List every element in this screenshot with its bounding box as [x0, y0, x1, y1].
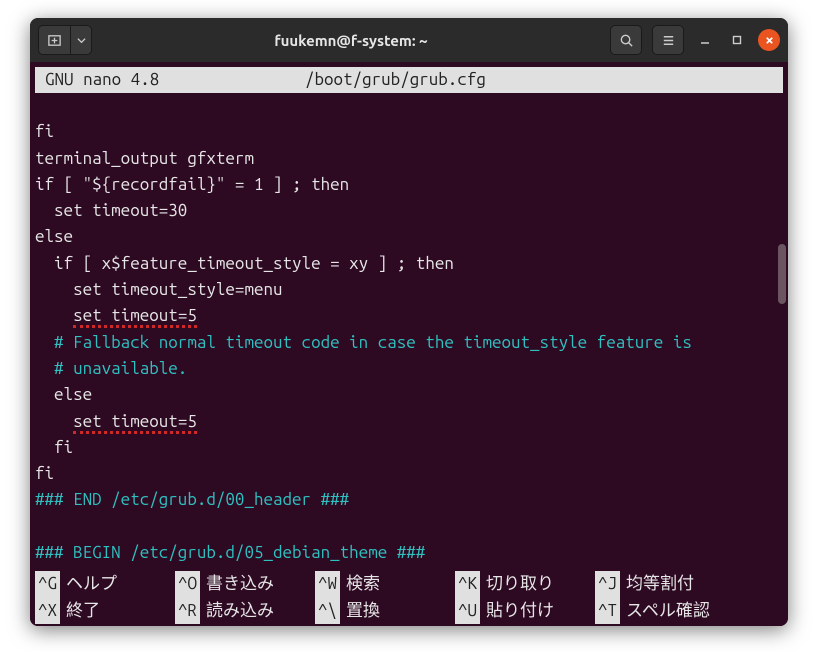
code-line: fi: [35, 122, 54, 141]
minimize-icon: [699, 34, 711, 46]
chevron-down-icon: [77, 36, 86, 45]
shortcut-exit: ^X終了: [35, 598, 175, 624]
shortcut-label: 読み込み: [206, 598, 274, 624]
code-comment: # Fallback normal timeout code in case t…: [35, 333, 692, 352]
hamburger-icon: [661, 33, 676, 48]
code-line: set timeout=5: [35, 306, 197, 328]
shortcut-help: ^Gヘルプ: [35, 571, 175, 597]
scrollbar[interactable]: [778, 94, 786, 568]
maximize-button[interactable]: [726, 29, 748, 51]
titlebar-right-group: [610, 25, 780, 55]
close-icon: [764, 35, 775, 46]
shortcut-label: 検索: [346, 571, 380, 597]
shortcut-label: 切り取り: [486, 571, 554, 597]
shortcut-label: 貼り付け: [486, 598, 554, 624]
scrollbar-thumb[interactable]: [778, 244, 786, 304]
shortcut-row: ^X終了 ^R読み込み ^\置換 ^U貼り付け ^Tスペル確認: [35, 598, 783, 624]
window-title: fuukemn@f-system: ~: [100, 32, 602, 49]
terminal-window: fuukemn@f-system: ~: [30, 18, 788, 626]
highlighted-line: set timeout=5: [73, 412, 197, 434]
code-comment: ### BEGIN /etc/grub.d/05_debian_theme ##…: [35, 543, 425, 562]
shortcut-paste: ^U貼り付け: [455, 598, 595, 624]
new-tab-dropdown[interactable]: [70, 25, 92, 55]
code-line: if [ x$feature_timeout_style = xy ] ; th…: [35, 254, 454, 273]
search-icon: [619, 33, 634, 48]
code-line: terminal_output gfxterm: [35, 149, 254, 168]
shortcut-label: 均等割付: [626, 571, 694, 597]
shortcut-key: ^G: [35, 571, 60, 597]
minimize-button[interactable]: [694, 29, 716, 51]
titlebar: fuukemn@f-system: ~: [30, 18, 788, 62]
code-line: fi: [35, 464, 54, 483]
new-tab-button[interactable]: [38, 25, 70, 55]
shortcut-writeout: ^O書き込み: [175, 571, 315, 597]
shortcut-cut: ^K切り取り: [455, 571, 595, 597]
shortcut-label: ヘルプ: [66, 571, 117, 597]
shortcut-label: 書き込み: [206, 571, 274, 597]
code-line: else: [35, 385, 92, 404]
code-comment: # unavailable.: [35, 359, 187, 378]
shortcut-search: ^W検索: [315, 571, 455, 597]
close-button[interactable]: [758, 29, 780, 51]
shortcut-key: ^K: [455, 571, 480, 597]
shortcut-label: 置換: [346, 598, 380, 624]
shortcut-read: ^R読み込み: [175, 598, 315, 624]
nano-shortcuts: ^Gヘルプ ^O書き込み ^W検索 ^K切り取り ^J均等割付 ^X終了 ^R読…: [30, 571, 788, 626]
shortcut-label: スペル確認: [626, 598, 710, 624]
titlebar-left-group: [38, 25, 92, 55]
code-line: set timeout=30: [35, 201, 187, 220]
shortcut-key: ^X: [35, 598, 60, 624]
shortcut-replace: ^\置換: [315, 598, 455, 624]
nano-header: GNU nano 4.8 /boot/grub/grub.cfg: [35, 67, 783, 93]
shortcut-row: ^Gヘルプ ^O書き込み ^W検索 ^K切り取り ^J均等割付: [35, 571, 783, 597]
shortcut-label: 終了: [66, 598, 100, 624]
shortcut-key: ^J: [595, 571, 620, 597]
code-line: else: [35, 227, 73, 246]
code-comment: ### END /etc/grub.d/00_header ###: [35, 490, 349, 509]
nano-file-path: /boot/grub/grub.cfg: [305, 67, 486, 93]
nano-app-name: GNU nano 4.8: [45, 67, 305, 93]
highlighted-line: set timeout=5: [73, 306, 197, 328]
maximize-icon: [731, 34, 743, 46]
shortcut-key: ^W: [315, 571, 340, 597]
editor-content: fi terminal_output gfxterm if [ "${recor…: [30, 93, 788, 566]
code-line: if [ "${recordfail}" = 1 ] ; then: [35, 175, 349, 194]
code-line: fi: [35, 438, 73, 457]
shortcut-key: ^U: [455, 598, 480, 624]
shortcut-justify: ^J均等割付: [595, 571, 735, 597]
terminal-content[interactable]: GNU nano 4.8 /boot/grub/grub.cfg fi term…: [30, 62, 788, 626]
shortcut-key: ^R: [175, 598, 200, 624]
shortcut-key: ^O: [175, 571, 200, 597]
new-tab-icon: [47, 33, 62, 48]
menu-button[interactable]: [652, 25, 684, 55]
shortcut-spell: ^Tスペル確認: [595, 598, 735, 624]
shortcut-key: ^\: [315, 598, 340, 624]
shortcut-key: ^T: [595, 598, 620, 624]
search-button[interactable]: [610, 25, 642, 55]
code-line: set timeout_style=menu: [35, 280, 283, 299]
code-line: set timeout=5: [35, 412, 197, 434]
